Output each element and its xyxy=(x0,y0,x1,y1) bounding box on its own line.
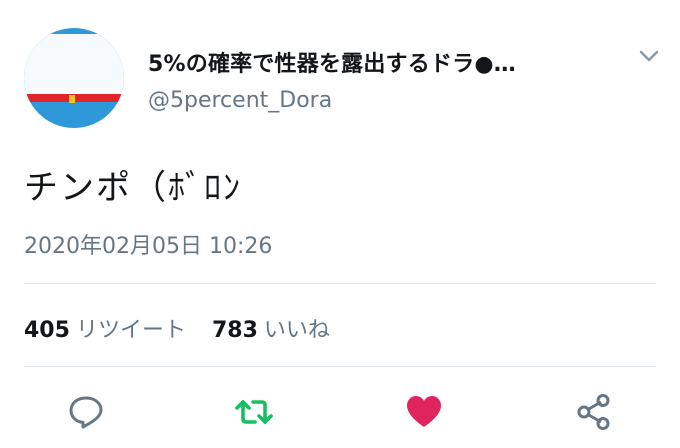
display-name[interactable]: 5%の確率で性器を露出するドラ●… xyxy=(148,46,516,78)
divider xyxy=(24,283,656,284)
tweet-stats: 405 リツイート 783 いいね xyxy=(24,312,330,344)
retweet-icon xyxy=(235,400,273,424)
retweet-button[interactable] xyxy=(232,390,276,434)
likes-label[interactable]: いいね xyxy=(264,318,330,343)
share-icon xyxy=(577,394,610,430)
avatar-face xyxy=(24,34,124,100)
reply-button[interactable] xyxy=(64,390,108,434)
tweet-text: チンポ（ﾎﾞﾛﾝ xyxy=(24,168,242,208)
avatar-bell xyxy=(69,95,75,103)
share-button[interactable] xyxy=(572,390,616,434)
retweets-label[interactable]: リツイート xyxy=(76,318,186,343)
likes-count[interactable]: 783 xyxy=(212,318,258,343)
retweets-count[interactable]: 405 xyxy=(24,318,70,343)
heart-icon xyxy=(407,396,441,427)
tweet-timestamp[interactable]: 2020年02月05日 10:26 xyxy=(24,228,272,260)
like-button[interactable] xyxy=(402,390,446,434)
reply-icon xyxy=(69,396,103,429)
divider xyxy=(24,366,656,367)
action-bar xyxy=(0,390,680,434)
tweet-header: 5%の確率で性器を露出するドラ●… @5percent_Dora xyxy=(24,28,664,128)
chevron-down-icon[interactable] xyxy=(638,48,660,64)
avatar[interactable] xyxy=(24,28,124,128)
user-handle[interactable]: @5percent_Dora xyxy=(148,88,332,113)
